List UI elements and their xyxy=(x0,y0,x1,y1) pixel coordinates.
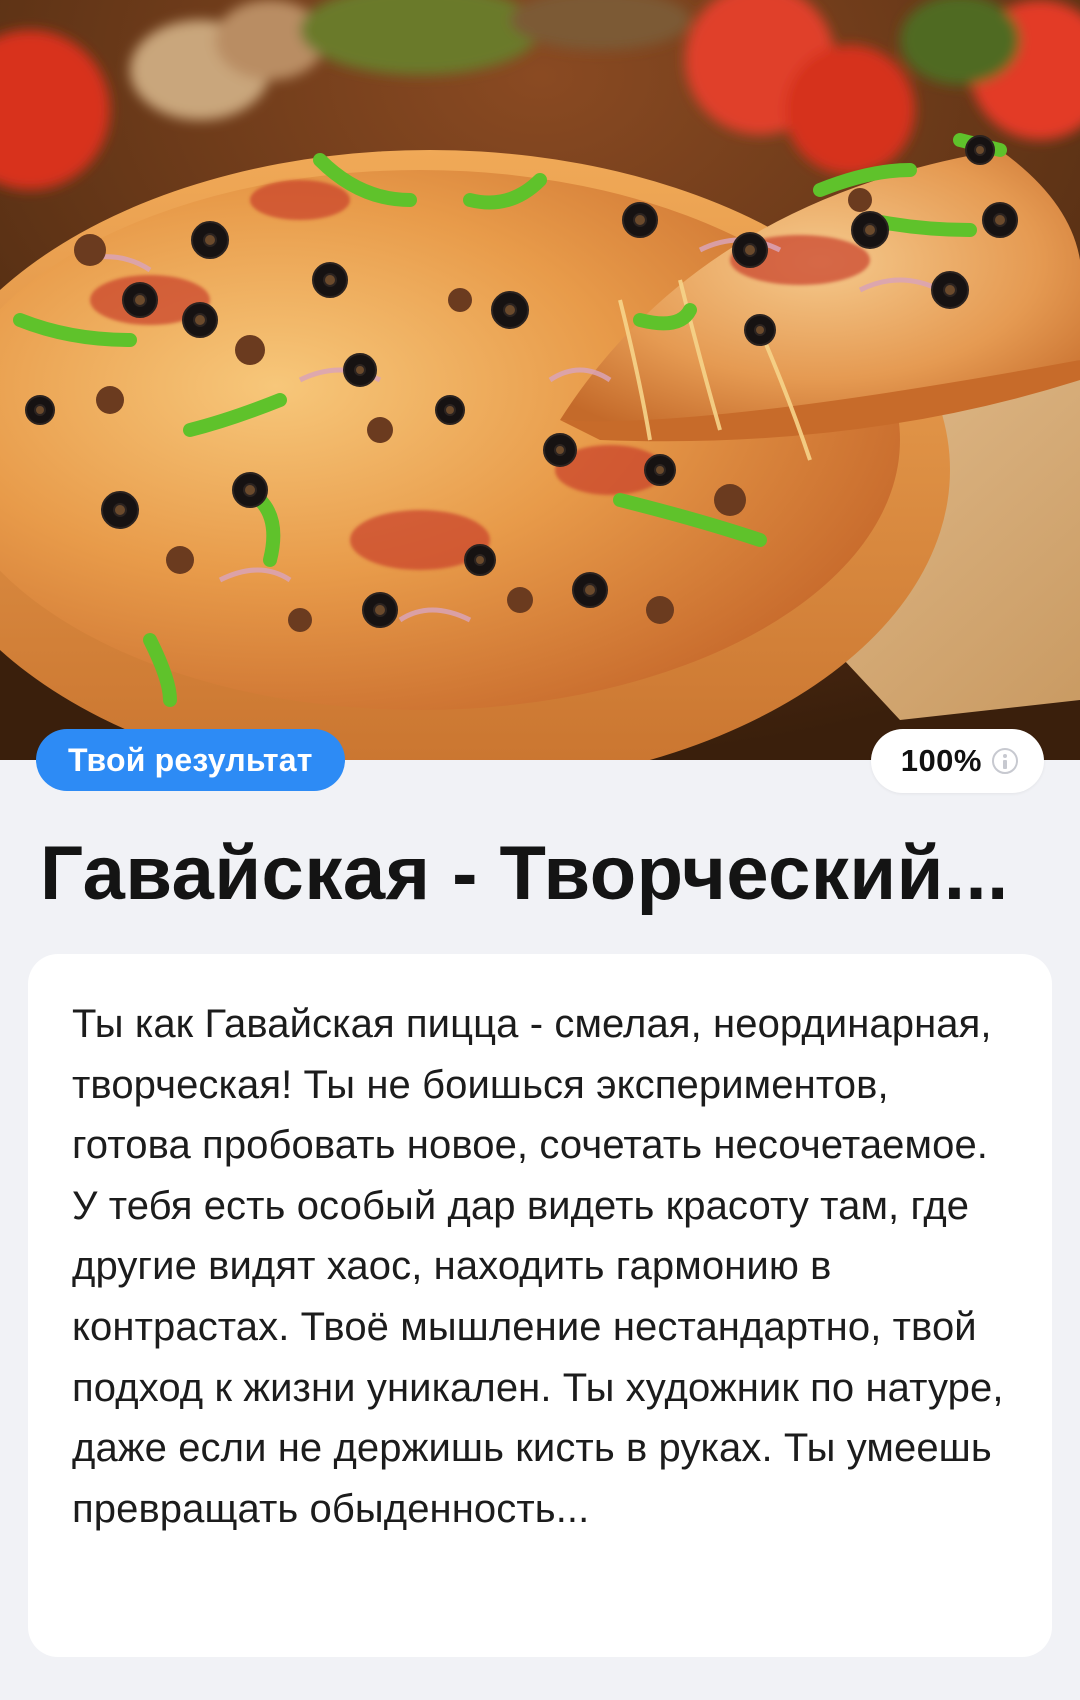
description-card: Ты как Гавайская пицца - смелая, неордин… xyxy=(28,954,1052,1657)
pizza-photo xyxy=(0,0,1080,760)
result-badge: Твой результат xyxy=(36,729,345,791)
hero-image xyxy=(0,0,1080,760)
match-percent-value: 100% xyxy=(900,743,982,778)
result-title: Гавайская - Творческий... xyxy=(40,831,1009,916)
info-icon[interactable] xyxy=(992,748,1018,774)
result-description: Ты как Гавайская пицца - смелая, неордин… xyxy=(72,1002,1004,1531)
match-percent-badge[interactable]: 100% xyxy=(870,729,1044,793)
